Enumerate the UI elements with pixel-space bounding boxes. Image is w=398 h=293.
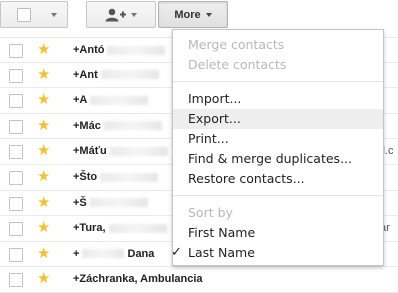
- more-dropdown-menu: Merge contacts Delete contacts Import...…: [171, 29, 384, 266]
- more-button-label: More: [174, 8, 201, 21]
- add-to-group-button[interactable]: [86, 1, 156, 28]
- star-icon[interactable]: ★: [37, 168, 50, 185]
- more-button[interactable]: More: [158, 1, 228, 28]
- chevron-down-icon: [51, 12, 57, 17]
- star-icon[interactable]: ★: [37, 91, 50, 108]
- menu-item-delete-contacts: Delete contacts: [188, 57, 287, 72]
- select-all-checkbox[interactable]: [17, 7, 31, 22]
- menu-item-export[interactable]: Export...: [173, 109, 383, 129]
- star-icon[interactable]: ★: [37, 194, 50, 211]
- star-icon[interactable]: ★: [37, 245, 50, 262]
- menu-item-restore-contacts[interactable]: Restore contacts...: [173, 169, 383, 189]
- menu-item-import[interactable]: Import...: [173, 89, 383, 109]
- star-icon[interactable]: ★: [37, 117, 50, 134]
- star-icon[interactable]: ★: [37, 142, 50, 159]
- contact-name[interactable]: +Š: [73, 197, 148, 209]
- contact-name[interactable]: +A: [73, 94, 149, 106]
- contact-name-fragment: Dana: [127, 247, 155, 260]
- contact-name[interactable]: +Tura,: [73, 222, 167, 234]
- star-icon[interactable]: ★: [37, 66, 50, 83]
- contact-name[interactable]: +Máťu: [73, 145, 168, 157]
- row-checkbox[interactable]: [9, 196, 23, 211]
- menu-header-sort-by: Sort by: [188, 205, 233, 220]
- row-checkbox[interactable]: [9, 68, 23, 83]
- row-checkbox[interactable]: [9, 145, 23, 160]
- add-person-icon: [105, 8, 126, 21]
- select-all-button[interactable]: [0, 1, 68, 28]
- chevron-down-icon: [131, 12, 137, 17]
- contact-name[interactable]: +Ant: [73, 69, 159, 81]
- star-icon[interactable]: ★: [37, 270, 50, 287]
- star-icon[interactable]: ★: [37, 41, 50, 58]
- menu-item-sort-first-name[interactable]: First Name: [173, 223, 383, 243]
- chevron-down-icon: [205, 12, 212, 17]
- contact-name[interactable]: +Antó: [73, 44, 166, 56]
- menu-item-sort-last-name[interactable]: ✓ Last Name: [171, 243, 383, 263]
- contact-name[interactable]: + Dana: [73, 248, 154, 260]
- row-checkbox[interactable]: [9, 44, 23, 58]
- row-checkbox[interactable]: [9, 273, 23, 288]
- contact-name[interactable]: +Što: [73, 171, 159, 183]
- contact-name[interactable]: +Záchranka, Ambulancia: [73, 273, 203, 285]
- menu-divider: [173, 195, 383, 196]
- menu-item-print[interactable]: Print...: [173, 129, 383, 149]
- menu-item-find-merge-duplicates[interactable]: Find & merge duplicates...: [173, 149, 383, 169]
- checkmark-icon: ✓: [171, 245, 182, 260]
- star-icon[interactable]: ★: [37, 219, 50, 236]
- row-checkbox[interactable]: [9, 94, 23, 109]
- row-checkbox[interactable]: [9, 119, 23, 134]
- table-row[interactable]: ★ +Záchranka, Ambulancia: [0, 267, 398, 293]
- menu-item-label: Last Name: [188, 245, 255, 260]
- row-checkbox[interactable]: [9, 170, 23, 185]
- row-checkbox[interactable]: [9, 222, 23, 237]
- menu-divider: [173, 81, 383, 82]
- row-checkbox[interactable]: [9, 247, 23, 262]
- menu-item-merge-contacts: Merge contacts: [188, 37, 285, 52]
- contact-name[interactable]: +Mác: [73, 120, 162, 132]
